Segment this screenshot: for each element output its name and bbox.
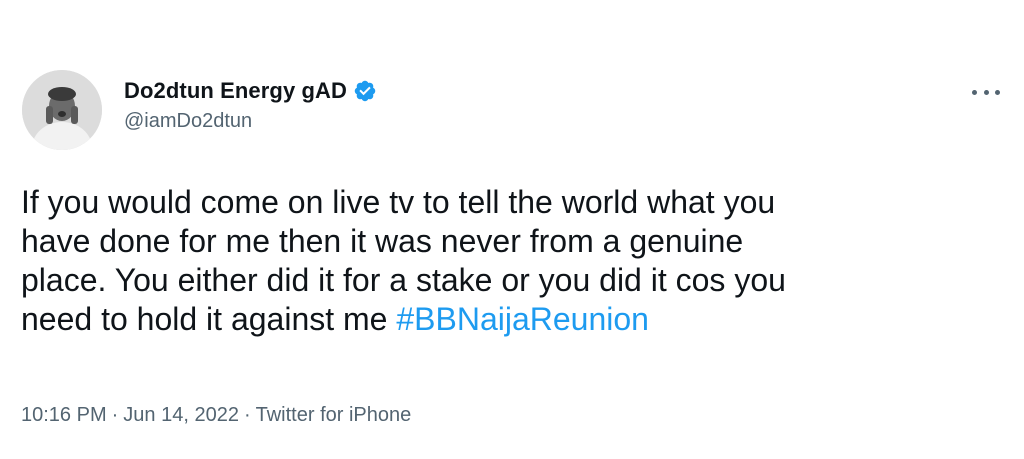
tweet-card: Do2dtun Energy gAD @iamDo2dtun If you wo… xyxy=(0,0,1024,459)
dot-icon xyxy=(983,89,989,95)
meta-separator: · xyxy=(243,404,251,426)
more-options-icon[interactable] xyxy=(972,82,1000,102)
avatar[interactable] xyxy=(22,70,102,150)
tweet-date[interactable]: Jun 14, 2022 xyxy=(123,404,239,427)
tweet-text: If you would come on live tv to tell the… xyxy=(21,183,1006,339)
profile-photo-icon xyxy=(22,70,102,150)
dot-icon xyxy=(972,89,977,95)
meta-separator: · xyxy=(111,404,119,426)
tweet-meta: 10:16 PM · Jun 14, 2022 · Twitter for iP… xyxy=(21,404,411,427)
author-handle[interactable]: @iamDo2dtun xyxy=(124,110,252,133)
author-display-name[interactable]: Do2dtun Energy gAD xyxy=(124,78,347,104)
hashtag-link[interactable]: #BBNaijaReunion xyxy=(396,301,649,337)
tweet-source[interactable]: Twitter for iPhone xyxy=(256,404,412,427)
dot-icon xyxy=(995,89,1000,95)
verified-badge-icon xyxy=(353,79,377,103)
tweet-time[interactable]: 10:16 PM xyxy=(21,404,107,427)
author-name-row[interactable]: Do2dtun Energy gAD xyxy=(124,78,377,104)
